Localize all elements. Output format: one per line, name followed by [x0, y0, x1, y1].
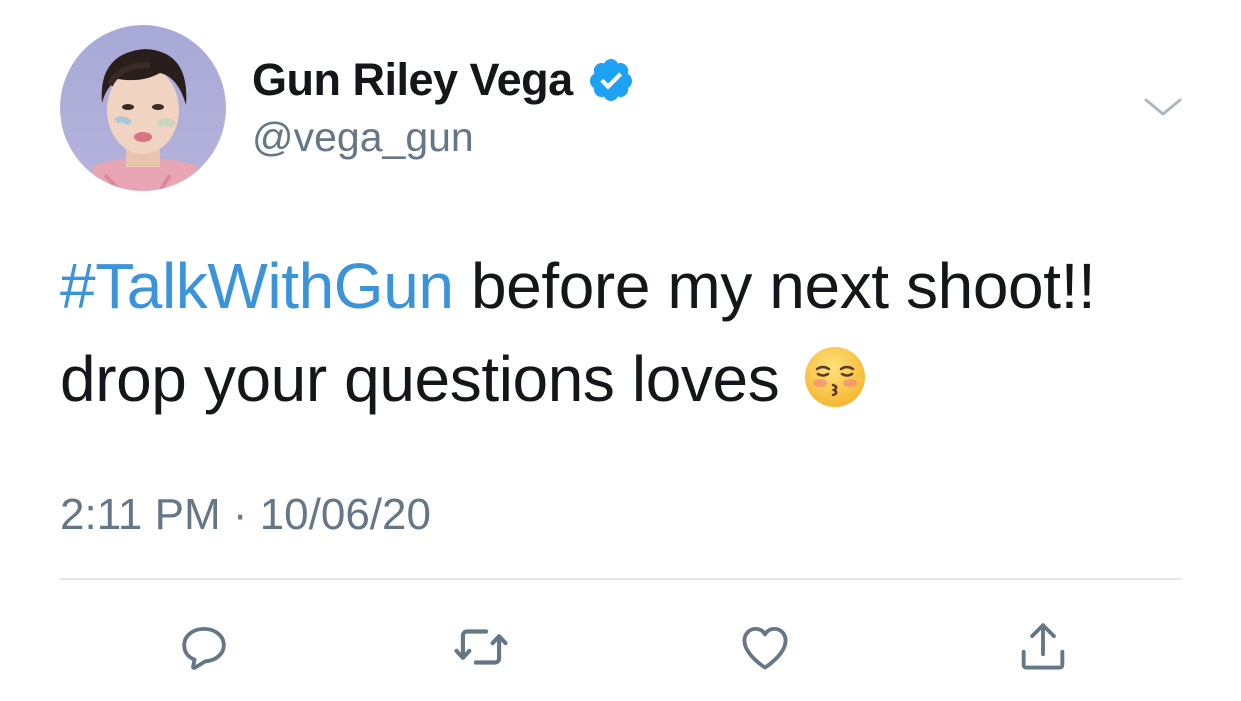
name-row: Gun Riley Vega [252, 52, 635, 108]
share-icon [1021, 623, 1065, 670]
reply-icon [182, 626, 226, 670]
display-name[interactable]: Gun Riley Vega [252, 54, 573, 106]
heart-icon [742, 626, 788, 670]
user-handle[interactable]: @vega_gun [252, 114, 474, 161]
reply-button[interactable] [172, 615, 236, 679]
tweet-text-line1: before my next shoot!! [453, 250, 1096, 322]
retweet-icon [454, 629, 508, 665]
hashtag-link[interactable]: #TalkWithGun [60, 250, 454, 322]
share-button[interactable] [1011, 615, 1075, 679]
tweet-text-line2: drop your questions loves [60, 343, 780, 415]
divider [60, 578, 1182, 580]
like-button[interactable] [733, 615, 797, 679]
retweet-button[interactable] [449, 615, 513, 679]
verified-badge-icon [589, 59, 632, 101]
tweet-text: #TalkWithGun before my next shoot!! drop… [60, 240, 1200, 426]
tweet-card: Gun Riley Vega @vega_gun #TalkWithGun be… [0, 0, 1241, 701]
chevron-down-icon[interactable] [1140, 90, 1186, 124]
avatar[interactable] [60, 25, 226, 191]
tweet-timestamp[interactable]: 2:11 PM · 10/06/20 [60, 490, 431, 540]
kissing-face-emoji-icon [804, 347, 865, 407]
